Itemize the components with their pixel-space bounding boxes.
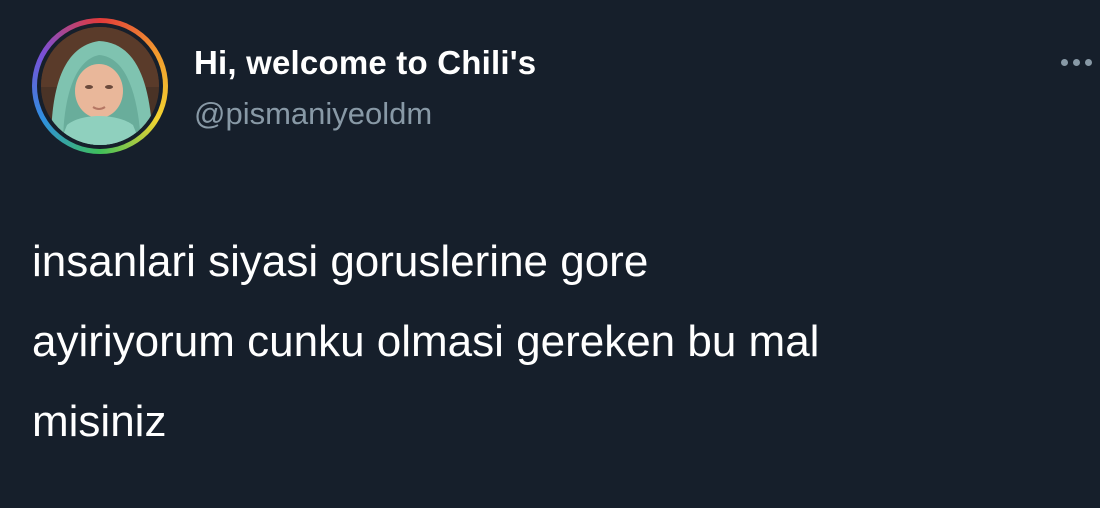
- dot: [1061, 58, 1068, 66]
- avatar-border: [37, 23, 163, 149]
- avatar-ring[interactable]: [32, 18, 168, 154]
- more-dots-icon[interactable]: [1052, 44, 1092, 80]
- tweet-text-line: insanlari siyasi goruslerine gore: [32, 237, 649, 286]
- tweet-text-line: ayiriyorum cunku olmasi gereken bu mal: [32, 317, 820, 366]
- dot: [1085, 58, 1092, 66]
- author-handle[interactable]: @pismaniyeoldm: [194, 96, 432, 132]
- tweet-card: Hi, welcome to Chili's @pismaniyeoldm in…: [0, 0, 1100, 508]
- author-display-name[interactable]: Hi, welcome to Chili's: [194, 44, 536, 82]
- dot: [1073, 58, 1080, 66]
- avatar[interactable]: [41, 27, 159, 145]
- avatar-image: [41, 27, 159, 145]
- tweet-text-line: misiniz: [32, 397, 167, 446]
- tweet-text: insanlari siyasi goruslerine gore ayiriy…: [32, 222, 1072, 462]
